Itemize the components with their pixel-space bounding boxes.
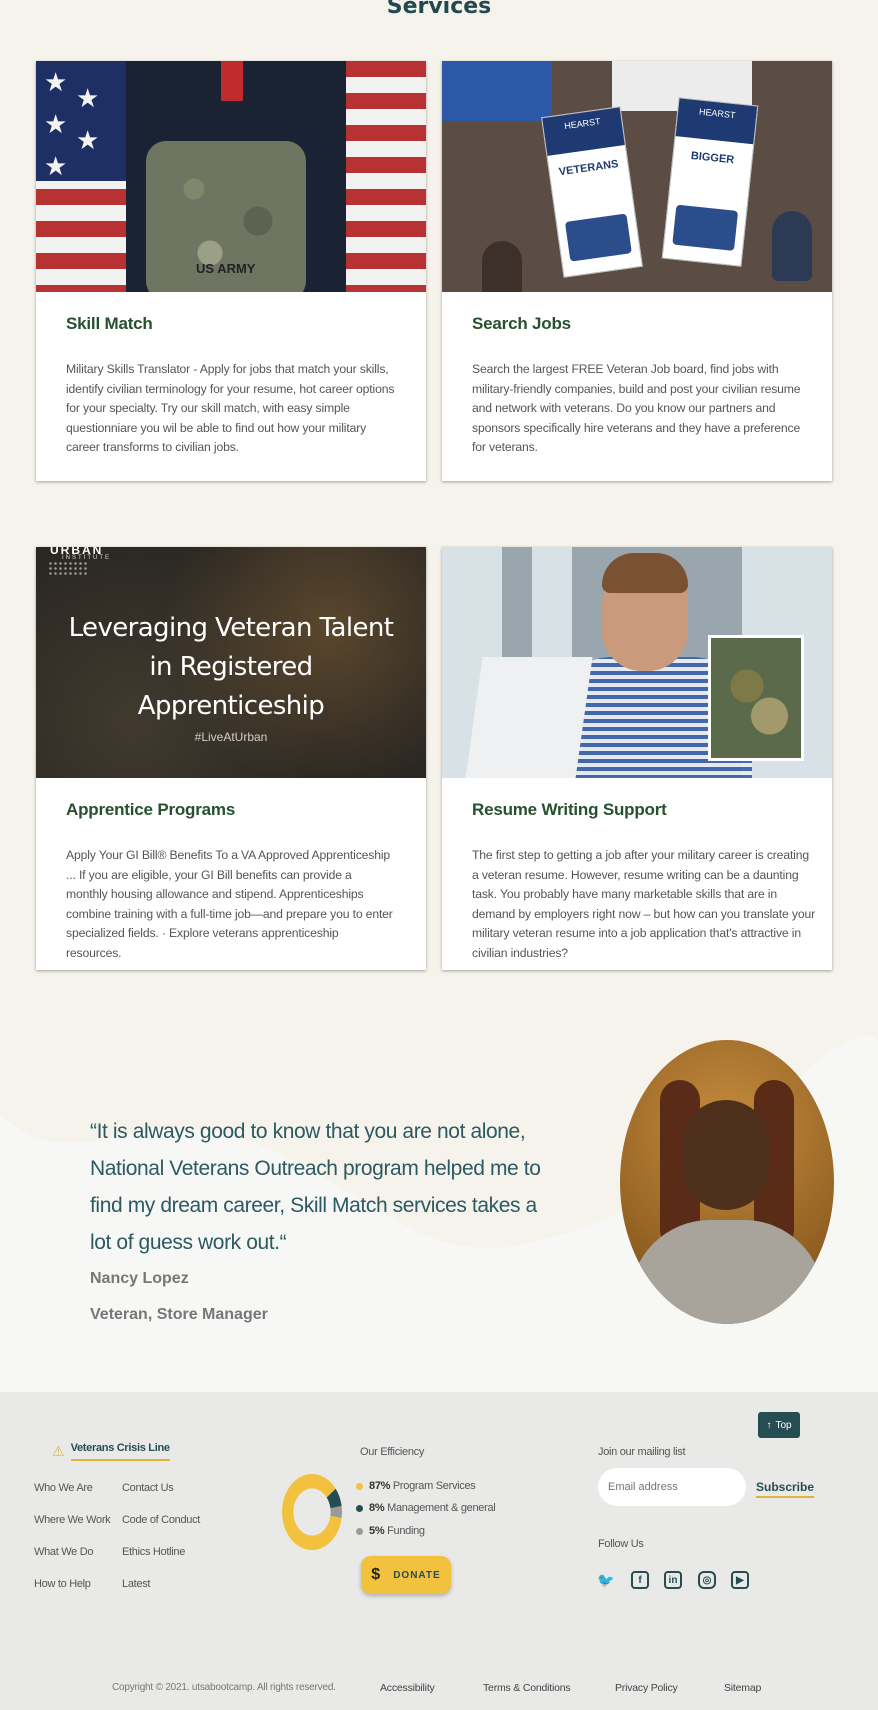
uniform-label: US ARMY — [196, 261, 256, 276]
footer-link-sitemap[interactable]: Sitemap — [724, 1682, 761, 1694]
footer-link-terms[interactable]: Terms & Conditions — [483, 1682, 571, 1694]
footer-link-privacy[interactable]: Privacy Policy — [615, 1682, 678, 1694]
footer-link-who-we-are[interactable]: Who We Are — [34, 1482, 93, 1494]
youtube-icon[interactable]: ▶ — [731, 1571, 749, 1589]
image-hashtag: #LiveAtUrban — [194, 730, 268, 744]
email-field[interactable] — [598, 1468, 746, 1506]
testimonial-portrait — [620, 1040, 834, 1324]
footer-link-latest[interactable]: Latest — [122, 1578, 150, 1590]
card-text: Military Skills Translator - Apply for j… — [66, 362, 395, 454]
efficiency-item-program-services: 87% Program Services — [356, 1480, 476, 1492]
legend-percent: 87% — [369, 1480, 391, 1492]
service-card-search-jobs[interactable]: HEARST VETERANS HEARST BIGGER Search Job… — [442, 61, 832, 481]
legend-label: Program Services — [392, 1480, 476, 1492]
legend-label: Management & general — [387, 1502, 496, 1514]
mailing-list-title: Join our mailing list — [598, 1446, 686, 1458]
footer-link-where-we-work[interactable]: Where We Work — [34, 1514, 111, 1526]
legend-percent: 8% — [369, 1502, 385, 1514]
crisis-line-label: Veterans Crisis Line — [70, 1442, 170, 1461]
donate-button[interactable]: $ DONATE — [361, 1556, 451, 1594]
card-title[interactable]: Resume Writing Support — [472, 800, 818, 820]
efficiency-donut-chart — [281, 1474, 342, 1551]
service-card-resume-writing[interactable]: Resume Writing Support The first step to… — [442, 547, 832, 970]
resume-writing-image — [442, 547, 832, 778]
services-title: Services — [386, 0, 492, 19]
footer: ↑ Top ⚠ Veterans Crisis Line Who We Are … — [0, 1392, 878, 1710]
banner-word: VETERANS — [558, 158, 620, 179]
card-title[interactable]: Skill Match — [66, 314, 396, 334]
urban-sub: INSTITUTE — [62, 555, 111, 561]
banner-head: HEARST — [675, 98, 758, 145]
skill-match-image: ★ ★ ★ ★ ★ US ARMY — [36, 61, 426, 292]
arrow-up-icon: ↑ — [766, 1419, 772, 1431]
testimonial-name: Nancy Lopez — [90, 1270, 189, 1287]
efficiency-item-funding: 5% Funding — [356, 1525, 425, 1537]
footer-link-accessibility[interactable]: Accessibility — [380, 1682, 435, 1694]
top-button-label: Top — [775, 1419, 792, 1431]
service-card-skill-match[interactable]: ★ ★ ★ ★ ★ US ARMY Skill Match Military S… — [36, 61, 426, 481]
footer-link-contact-us[interactable]: Contact Us — [122, 1482, 174, 1494]
veterans-crisis-line-link[interactable]: ⚠ Veterans Crisis Line — [52, 1442, 170, 1461]
card-title[interactable]: Apprentice Programs — [66, 800, 396, 820]
back-to-top-button[interactable]: ↑ Top — [758, 1412, 800, 1438]
facebook-icon[interactable]: f — [631, 1571, 649, 1589]
donate-hand-icon: $ — [371, 1566, 382, 1583]
card-text: Apply Your GI Bill® Benefits To a VA App… — [66, 848, 393, 960]
instagram-icon[interactable]: ◎ — [698, 1571, 716, 1589]
card-title[interactable]: Search Jobs — [472, 314, 802, 334]
testimonial-role: Veteran, Store Manager — [90, 1306, 268, 1323]
search-jobs-image: HEARST VETERANS HEARST BIGGER — [442, 61, 832, 292]
efficiency-title: Our Efficiency — [360, 1446, 425, 1458]
banner-head: HEARST — [542, 107, 625, 156]
twitter-icon[interactable]: 🐦 — [597, 1571, 615, 1589]
legend-dot-icon — [356, 1527, 363, 1535]
legend-percent: 5% — [369, 1525, 385, 1537]
linkedin-icon[interactable]: in — [664, 1571, 682, 1589]
card-text: The first step to getting a job after yo… — [472, 848, 815, 960]
footer-link-ethics-hotline[interactable]: Ethics Hotline — [122, 1546, 185, 1558]
legend-dot-icon — [356, 1482, 363, 1490]
service-card-apprentice-programs[interactable]: URBAN INSTITUTE Leveraging Veteran Talen… — [36, 547, 426, 970]
footer-link-how-to-help[interactable]: How to Help — [34, 1578, 91, 1590]
testimonial-quote: “It is always good to know that you are … — [90, 1120, 541, 1254]
banner-word: BIGGER — [690, 149, 735, 167]
copyright-text: Copyright © 2021. utsabootcamp. All righ… — [112, 1682, 336, 1693]
legend-label: Funding — [387, 1525, 425, 1537]
card-text: Search the largest FREE Veteran Job boar… — [472, 362, 801, 454]
image-caption-title: Leveraging Veteran Talent in Registered … — [68, 613, 394, 721]
footer-link-what-we-do[interactable]: What We Do — [34, 1546, 93, 1558]
legend-dot-icon — [356, 1504, 363, 1512]
efficiency-item-management: 8% Management & general — [356, 1502, 496, 1514]
footer-link-code-of-conduct[interactable]: Code of Conduct — [122, 1514, 200, 1526]
donate-label: DONATE — [393, 1569, 441, 1581]
warning-icon: ⚠ — [52, 1443, 65, 1459]
apprentice-programs-image: URBAN INSTITUTE Leveraging Veteran Talen… — [36, 547, 426, 778]
subscribe-button[interactable]: Subscribe — [756, 1480, 815, 1498]
follow-us-title: Follow Us — [598, 1538, 644, 1550]
